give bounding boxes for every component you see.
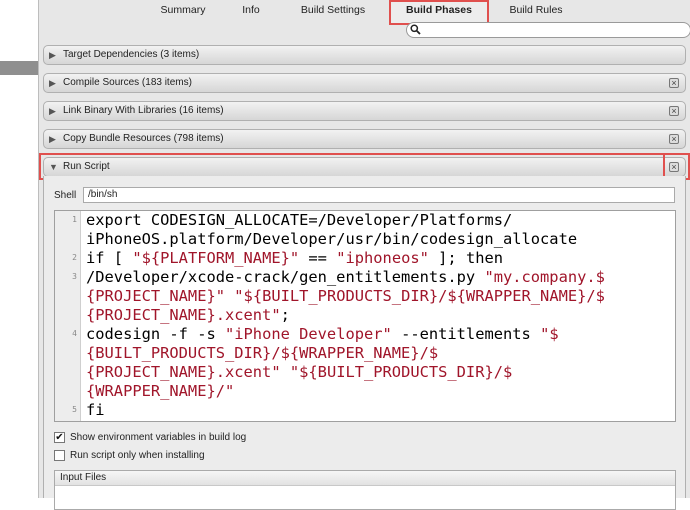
input-files-header (55, 471, 675, 486)
code-text: ; (280, 306, 290, 324)
code-text: if [ (86, 249, 133, 267)
shell-input[interactable]: /bin/sh (83, 187, 675, 203)
code-string: {WRAPPER_NAME}/" (86, 382, 235, 400)
shell-label: Shell (54, 190, 77, 201)
code-string: "${BUILT_PRODUCTS_DIR}/$ (289, 363, 513, 381)
code-string: "my.company.$ (484, 268, 605, 286)
line-number-gutter: 1 2 3 4 5 (55, 211, 81, 421)
phase-label: Compile Sources (183 items) (63, 77, 192, 88)
code-text: --entitlements (391, 325, 541, 343)
line-number: 2 (72, 253, 77, 262)
code-string: "${BUILT_PRODUCTS_DIR}/${WRAPPER_NAME}/$ (234, 287, 605, 305)
line-number: 3 (72, 272, 77, 281)
tab-build-phases[interactable]: Build Phases (391, 0, 487, 20)
line-number: 1 (72, 215, 77, 224)
search-field[interactable] (406, 22, 690, 38)
disclosure-right-icon[interactable]: ▶ (49, 106, 56, 117)
run-only-installing-label: Run script only when installing (70, 450, 205, 461)
tab-info[interactable]: Info (231, 0, 271, 20)
search-icon (410, 24, 421, 38)
tab-build-rules[interactable]: Build Rules (501, 0, 571, 20)
phase-copy-bundle-resources[interactable]: ▶ Copy Bundle Resources (798 items) × (43, 129, 686, 149)
tab-build-settings[interactable]: Build Settings (293, 0, 373, 20)
phase-label: Copy Bundle Resources (798 items) (63, 133, 224, 144)
phase-compile-sources[interactable]: ▶ Compile Sources (183 items) × (43, 73, 686, 93)
code-text: /Developer/xcode-crack/gen_entitlements.… (86, 268, 485, 286)
close-icon[interactable]: × (669, 78, 679, 88)
input-files-table[interactable]: Input Files (54, 470, 676, 510)
script-editor[interactable]: 1 2 3 4 5 export CODESIGN_ALLOCATE=/Deve… (54, 210, 676, 422)
code-string: "$ (540, 325, 559, 343)
script-code: export CODESIGN_ALLOCATE=/Developer/Plat… (86, 211, 673, 420)
run-script-panel: Shell /bin/sh 1 2 3 4 5 export CODESIGN_… (43, 176, 686, 510)
disclosure-right-icon[interactable]: ▶ (49, 78, 56, 89)
line-number: 5 (72, 405, 77, 414)
code-string: {PROJECT_NAME}.xcent" (86, 363, 281, 381)
close-icon[interactable]: × (669, 106, 679, 116)
code-string: "iphoneos" (336, 249, 429, 267)
code-text: == (299, 249, 337, 267)
tab-summary[interactable]: Summary (147, 0, 219, 20)
phase-label: Link Binary With Libraries (16 items) (63, 105, 224, 116)
code-string: {BUILT_PRODUCTS_DIR}/${WRAPPER_NAME}/$ (86, 344, 439, 362)
input-files-label: Input Files (60, 472, 107, 483)
code-string: {PROJECT_NAME}.xcent" (86, 306, 281, 324)
phase-link-binary[interactable]: ▶ Link Binary With Libraries (16 items) … (43, 101, 686, 121)
show-env-vars-checkbox[interactable]: ✔ (54, 432, 65, 443)
editor-tab-bar: Summary Info Build Settings Build Phases… (39, 0, 690, 25)
line-number: 4 (72, 329, 77, 338)
disclosure-right-icon[interactable]: ▶ (49, 134, 56, 145)
code-string: {PROJECT_NAME}" (86, 287, 225, 305)
code-text: fi (86, 401, 105, 419)
build-phases-editor: Summary Info Build Settings Build Phases… (38, 0, 690, 510)
search-input[interactable] (423, 24, 683, 36)
phase-label: Target Dependencies (3 items) (63, 49, 200, 60)
close-icon[interactable]: × (669, 134, 679, 144)
code-string: "iPhone Developer" (225, 325, 392, 343)
code-text: iPhoneOS.platform/Developer/usr/bin/code… (86, 230, 578, 248)
run-only-installing-checkbox[interactable] (54, 450, 65, 461)
left-pane-selection-bar (0, 61, 38, 75)
code-text: ]; then (428, 249, 504, 267)
phase-target-dependencies[interactable]: ▶ Target Dependencies (3 items) (43, 45, 686, 65)
code-text: codesign -f -s (86, 325, 225, 343)
disclosure-right-icon[interactable]: ▶ (49, 50, 56, 61)
show-env-vars-label: Show environment variables in build log (70, 432, 247, 443)
code-text: export CODESIGN_ALLOCATE=/Developer/Plat… (86, 211, 513, 229)
code-string: "${PLATFORM_NAME}" (132, 249, 300, 267)
